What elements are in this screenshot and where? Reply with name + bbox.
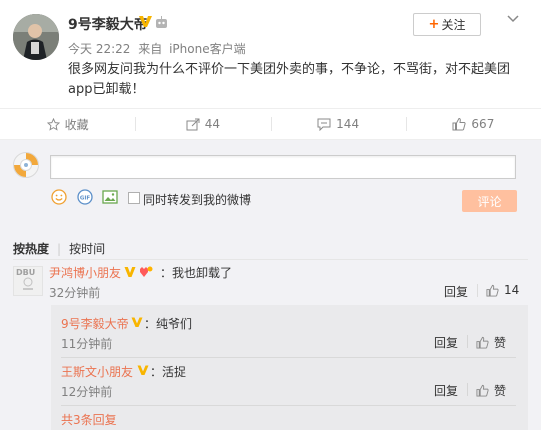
favorite-label: 收藏 xyxy=(64,117,89,132)
commenter-avatar[interactable]: DBU xyxy=(13,266,43,296)
comment-button[interactable]: 144 xyxy=(270,109,406,139)
author-name[interactable]: 9号李毅大帝 xyxy=(68,14,148,34)
robot-icon xyxy=(156,16,167,28)
more-replies-link[interactable]: 共3条回复 xyxy=(61,411,117,428)
comment-icon xyxy=(317,118,331,131)
post-source[interactable]: iPhone客户端 xyxy=(169,42,246,56)
emoji-icon[interactable] xyxy=(51,189,67,205)
comment-author-badges xyxy=(124,266,153,277)
weibo-post-card: 9号李毅大帝 今天 22:22 来自 iPhone客户端 很多网友问我为什么不评… xyxy=(0,0,541,430)
gif-icon[interactable]: GIF xyxy=(77,189,93,205)
divider xyxy=(13,259,528,260)
sub-reply-time: 12分钟前 xyxy=(61,385,113,399)
like-count: 667 xyxy=(471,117,495,131)
post-text: 很多网友问我为什么不评价一下美团外卖的事，不争论，不骂街，对不起美团app已卸载… xyxy=(68,62,511,97)
post-action-bar: 收藏 44 144 667 xyxy=(0,108,541,145)
post-meta: 今天 22:22 来自 iPhone客户端 xyxy=(68,40,246,57)
sub-reply-text: ：纯爷们 xyxy=(144,317,193,331)
sub-reply-action-separator xyxy=(467,383,468,396)
follow-button[interactable]: + 关注 xyxy=(413,13,481,36)
sub-reply-author[interactable]: 王斯文小朋友 xyxy=(61,363,133,380)
sub-reply-reply-button[interactable]: 回复 xyxy=(434,382,458,399)
sort-by-time[interactable]: 按时间 xyxy=(69,242,105,256)
like-icon xyxy=(476,336,489,349)
vip-badge-icon xyxy=(131,317,143,327)
vip-badge-icon xyxy=(137,365,149,375)
sub-reply-time: 11分钟前 xyxy=(61,337,113,351)
sub-replies-box: 9号李毅大帝 ：纯爷们 11分钟前 回复 赞 王斯文小朋友 ：活捉 12分钟前 … xyxy=(51,305,528,430)
post-time[interactable]: 今天 22:22 xyxy=(68,42,130,56)
comment-time: 32分钟前 xyxy=(49,286,101,300)
sub-reply-text: ：活捉 xyxy=(150,365,187,379)
comment-text: ：我也卸载了 xyxy=(160,266,233,280)
svg-text:GIF: GIF xyxy=(80,196,91,202)
source-prefix: 来自 xyxy=(138,42,163,56)
author-avatar[interactable] xyxy=(13,14,59,60)
sort-separator: | xyxy=(57,242,62,256)
repost-checkbox[interactable] xyxy=(128,192,140,204)
star-icon xyxy=(46,117,60,131)
sub-reply-reply-button[interactable]: 回复 xyxy=(434,334,458,351)
submit-comment-button[interactable]: 评论 xyxy=(462,190,517,212)
divider xyxy=(61,357,516,358)
comment-count: 144 xyxy=(336,117,360,131)
comment-like-button[interactable]: 14 xyxy=(486,283,519,297)
image-icon[interactable] xyxy=(102,189,118,205)
comment-like-count: 14 xyxy=(504,283,520,297)
comment-panel: GIF 同时转发到我的微博 评论 按热度 | 按时间 DBU 尹鸿博小朋友 ：我也卸… xyxy=(0,140,541,430)
my-avatar[interactable] xyxy=(13,152,39,178)
repost-icon xyxy=(186,118,200,130)
follow-label: 关注 xyxy=(441,18,466,32)
repost-option-label[interactable]: 同时转发到我的微博 xyxy=(143,191,251,208)
vip-badge-icon xyxy=(139,16,152,27)
like-icon xyxy=(452,117,467,131)
comment-action-separator xyxy=(477,284,478,297)
sub-reply-like-button[interactable]: 赞 xyxy=(476,382,506,399)
chevron-down-icon[interactable] xyxy=(507,14,519,24)
sub-reply-action-separator xyxy=(467,335,468,348)
plus-icon: + xyxy=(428,17,440,32)
sub-reply-like-label: 赞 xyxy=(494,384,507,398)
like-icon xyxy=(476,384,489,397)
favorite-button[interactable]: 收藏 xyxy=(0,109,135,139)
sort-by-hot[interactable]: 按热度 xyxy=(13,242,49,256)
divider xyxy=(61,405,516,406)
sub-reply-like-label: 赞 xyxy=(494,336,507,350)
comment-input[interactable] xyxy=(50,155,516,179)
repost-button[interactable]: 44 xyxy=(135,109,270,139)
sub-reply-like-button[interactable]: 赞 xyxy=(476,334,506,351)
sub-reply-author[interactable]: 9号李毅大帝 xyxy=(61,315,129,332)
like-button[interactable]: 667 xyxy=(405,109,541,139)
comment-author[interactable]: 尹鸿博小朋友 xyxy=(49,264,121,281)
repost-count: 44 xyxy=(204,117,221,131)
comment-reply-button[interactable]: 回复 xyxy=(444,283,468,300)
like-icon xyxy=(486,284,499,297)
comment-sort-tabs: 按热度 | 按时间 xyxy=(13,240,105,257)
